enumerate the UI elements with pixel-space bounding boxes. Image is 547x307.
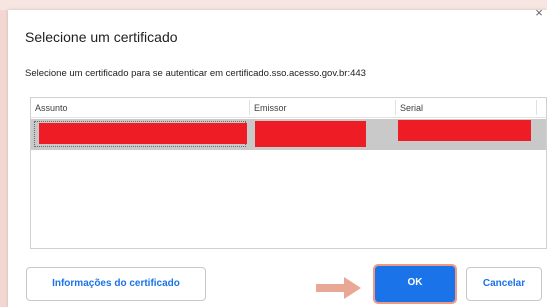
- table-header: Assunto Emissor Serial: [31, 98, 546, 118]
- dialog-subtitle: Selecione um certificado para se autenti…: [25, 68, 366, 79]
- column-header-assunto[interactable]: Assunto: [31, 98, 249, 117]
- column-header-serial[interactable]: Serial: [396, 98, 536, 117]
- table-row-selected[interactable]: [31, 119, 546, 150]
- screenshot-canvas: Selecione um certificado Selecione um ce…: [0, 0, 547, 307]
- close-icon[interactable]: ×: [533, 6, 545, 20]
- dialog-title: Selecione um certificado: [25, 29, 178, 45]
- column-divider[interactable]: [536, 100, 537, 115]
- redacted-subject: [39, 123, 247, 144]
- certificate-dialog: Selecione um certificado Selecione um ce…: [8, 10, 547, 307]
- certificate-table: Assunto Emissor Serial: [30, 97, 547, 249]
- cancel-button[interactable]: Cancelar: [466, 267, 542, 301]
- ok-button[interactable]: OK: [373, 264, 457, 304]
- background-strip: [0, 10, 8, 307]
- redacted-serial: [398, 120, 531, 141]
- redacted-issuer: [255, 121, 366, 147]
- column-header-emissor[interactable]: Emissor: [250, 98, 395, 117]
- arrow-right-icon: [316, 277, 361, 299]
- certificate-info-button[interactable]: Informações do certificado: [26, 267, 206, 301]
